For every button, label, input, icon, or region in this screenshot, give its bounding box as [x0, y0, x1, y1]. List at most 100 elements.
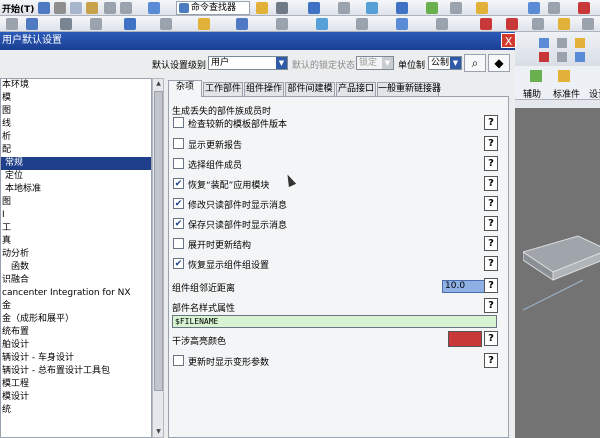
option-checkbox[interactable]: ✔: [173, 218, 184, 229]
tree-item[interactable]: 图: [1, 196, 151, 209]
tab-product-interface[interactable]: 产品接口: [336, 82, 376, 96]
scroll-thumb[interactable]: [154, 91, 163, 391]
near-distance-input[interactable]: 10.0: [442, 280, 488, 293]
select-icon[interactable]: [256, 2, 268, 14]
cut-icon[interactable]: [54, 2, 66, 14]
tree-item[interactable]: 本环境: [1, 79, 151, 92]
filter-icon[interactable]: [338, 2, 350, 14]
help-icon[interactable]: ?: [484, 115, 498, 130]
help-icon[interactable]: ?: [484, 298, 498, 313]
snap-point-icon[interactable]: [198, 18, 210, 30]
undo-icon[interactable]: [104, 2, 116, 14]
help-icon[interactable]: ?: [484, 136, 498, 151]
option-checkbox[interactable]: [173, 238, 184, 249]
sheet-icon[interactable]: [548, 2, 560, 14]
tree-item[interactable]: 辆设计 - 车身设计: [1, 352, 151, 365]
wire-icon[interactable]: [160, 18, 172, 30]
tree-item[interactable]: 本地标准: [1, 183, 151, 196]
tab-work-part[interactable]: 工作部件: [203, 82, 243, 96]
ribbon-icon-6[interactable]: [575, 52, 585, 62]
section-icon[interactable]: [276, 18, 288, 30]
tree-item[interactable]: 图: [1, 105, 151, 118]
unit-select[interactable]: 公制 ▼: [428, 56, 462, 70]
grid-icon[interactable]: [236, 18, 248, 30]
redo-icon[interactable]: [120, 2, 132, 14]
copy-icon[interactable]: [70, 2, 82, 14]
tree-item[interactable]: 常规: [1, 157, 151, 170]
dialog-title-bar[interactable]: 用户默认设置: [0, 32, 515, 50]
help-icon[interactable]: ?: [484, 353, 498, 368]
tree-item[interactable]: 模: [1, 92, 151, 105]
circle-icon[interactable]: [532, 18, 544, 30]
help-icon[interactable]: ?: [484, 331, 498, 346]
snap-icon[interactable]: [276, 2, 288, 14]
lock-select[interactable]: 锁定 ▼: [356, 56, 394, 70]
tree-item[interactable]: 真: [1, 235, 151, 248]
layer-icon[interactable]: [426, 2, 438, 14]
binoculars-icon[interactable]: ⌕: [464, 54, 486, 72]
selection-filter-icon[interactable]: [26, 18, 38, 30]
point-icon[interactable]: [90, 18, 102, 30]
manage-icon[interactable]: ◆: [488, 54, 510, 72]
close-button[interactable]: X: [501, 33, 516, 48]
help-icon[interactable]: ?: [484, 176, 498, 191]
tree-item[interactable]: 辆设计 - 总布置设计工具包: [1, 365, 151, 378]
tree-item[interactable]: 动分析: [1, 248, 151, 261]
pan-icon[interactable]: [436, 18, 448, 30]
design-label[interactable]: 设计: [589, 87, 600, 100]
fit-icon[interactable]: [316, 18, 328, 30]
assist-label[interactable]: 辅助: [523, 87, 541, 100]
option-checkbox[interactable]: ✔: [173, 178, 184, 189]
view-icon[interactable]: [308, 2, 320, 14]
help-icon[interactable]: ?: [484, 196, 498, 211]
level-select[interactable]: 用户 ▼: [208, 56, 288, 70]
datum-icon[interactable]: [124, 18, 136, 30]
tab-misc[interactable]: 杂项: [168, 80, 202, 97]
ribbon-icon[interactable]: [539, 38, 549, 48]
option-checkbox[interactable]: ✔: [173, 198, 184, 209]
help-icon[interactable]: ?: [484, 216, 498, 231]
tree-item[interactable]: 线: [1, 118, 151, 131]
rotate-icon[interactable]: [396, 18, 408, 30]
tree-item[interactable]: 金（成形和展平）: [1, 313, 151, 326]
option-checkbox[interactable]: [173, 117, 184, 128]
tab-component-ops[interactable]: 组件操作: [244, 82, 284, 96]
option-checkbox[interactable]: [173, 138, 184, 149]
tree-item[interactable]: 舶设计: [1, 339, 151, 352]
start-menu[interactable]: 开始(T): [2, 2, 34, 15]
tab-general-relinker[interactable]: 一般重新链接器: [377, 82, 441, 96]
tab-interpart-modeling[interactable]: 部件间建模: [285, 82, 335, 96]
zoom-icon[interactable]: [356, 18, 368, 30]
option-checkbox[interactable]: [173, 158, 184, 169]
tree-item[interactable]: I: [1, 209, 151, 222]
command-finder-button[interactable]: 命令查找器: [176, 1, 250, 15]
interference-color-swatch[interactable]: [448, 331, 482, 347]
tree-item[interactable]: 配: [1, 144, 151, 157]
scroll-up-icon[interactable]: ▲: [154, 79, 163, 89]
menu-icon[interactable]: [6, 18, 18, 30]
tree-item[interactable]: 金: [1, 300, 151, 313]
tree-item[interactable]: 统布置: [1, 326, 151, 339]
tree-item[interactable]: 识融合: [1, 274, 151, 287]
doc-icon[interactable]: [528, 2, 540, 14]
help-icon[interactable]: ?: [484, 278, 498, 293]
settings-icon[interactable]: [476, 2, 488, 14]
layout-icon[interactable]: [450, 2, 462, 14]
tree-item[interactable]: cancenter Integration for NX: [1, 287, 151, 300]
ribbon-icon-2[interactable]: [557, 38, 567, 48]
help-icon[interactable]: ?: [484, 236, 498, 251]
save-icon[interactable]: [38, 2, 50, 14]
paste-icon[interactable]: [86, 2, 98, 14]
ribbon-icon-4[interactable]: [539, 52, 549, 62]
shade-icon[interactable]: [366, 2, 378, 14]
tree-item[interactable]: 函数: [1, 261, 151, 274]
help-icon[interactable]: ?: [484, 156, 498, 171]
standard-part-label[interactable]: 标准件: [553, 87, 580, 100]
tree-item[interactable]: 工: [1, 222, 151, 235]
help-icon[interactable]: ?: [484, 256, 498, 271]
close-part-icon[interactable]: [578, 2, 590, 14]
line-icon[interactable]: [480, 18, 492, 30]
window-icon[interactable]: [148, 2, 160, 14]
constraint-icon[interactable]: [582, 18, 594, 30]
name-style-input[interactable]: $FILENAME: [172, 315, 497, 328]
